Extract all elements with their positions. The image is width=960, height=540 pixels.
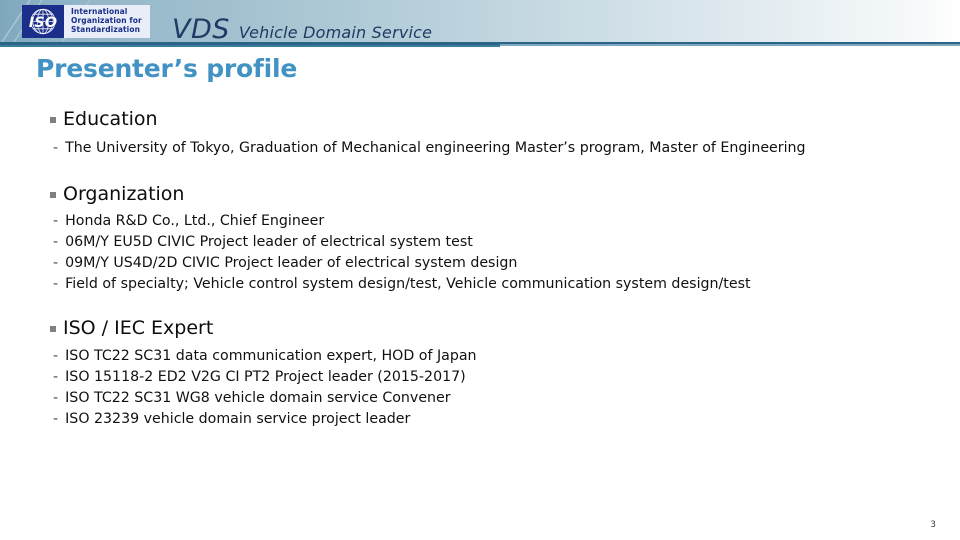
list-item-text: ISO TC22 SC31 WG8 vehicle domain service… bbox=[65, 390, 451, 407]
section-education: Education - The University of Tokyo, Gra… bbox=[50, 108, 930, 159]
section-items: - ISO TC22 SC31 data communication exper… bbox=[50, 346, 930, 430]
section-heading: Organization bbox=[50, 183, 930, 205]
section-iso-iec-expert: ISO / IEC Expert - ISO TC22 SC31 data co… bbox=[50, 317, 930, 430]
iso-logo-mark: ISO bbox=[22, 5, 64, 38]
page-number: 3 bbox=[930, 520, 936, 530]
section-heading-label: Education bbox=[63, 108, 158, 130]
list-item-text: ISO 23239 vehicle domain service project… bbox=[65, 411, 411, 428]
list-item: - Honda R&D Co., Ltd., Chief Engineer bbox=[53, 211, 930, 232]
dash-icon: - bbox=[53, 234, 59, 251]
header-bottom-rule-right bbox=[500, 44, 960, 46]
section-heading-label: Organization bbox=[63, 183, 185, 206]
square-bullet-icon bbox=[50, 117, 56, 123]
list-item-text: 06M/Y EU5D CIVIC Project leader of elect… bbox=[65, 234, 473, 251]
dash-icon: - bbox=[53, 140, 59, 156]
list-item-text: ISO 15118-2 ED2 V2G CI PT2 Project leade… bbox=[65, 369, 466, 386]
square-bullet-icon bbox=[50, 326, 56, 333]
iso-logo: ISO International Organization for Stand… bbox=[22, 5, 150, 38]
list-item: - 09M/Y US4D/2D CIVIC Project leader of … bbox=[53, 253, 930, 274]
section-heading: Education bbox=[50, 108, 930, 130]
list-item: - Field of specialty; Vehicle control sy… bbox=[53, 274, 930, 295]
list-item: - 06M/Y EU5D CIVIC Project leader of ele… bbox=[53, 232, 930, 253]
header-title-full: Vehicle Domain Service bbox=[238, 23, 433, 42]
section-heading-label: ISO / IEC Expert bbox=[63, 317, 214, 340]
list-item-text: Field of specialty; Vehicle control syst… bbox=[65, 276, 751, 293]
list-item: - The University of Tokyo, Graduation of… bbox=[53, 138, 930, 159]
header-title: VDS Vehicle Domain Service bbox=[172, 14, 432, 45]
dash-icon: - bbox=[53, 348, 59, 365]
slide-body: Education - The University of Tokyo, Gra… bbox=[50, 108, 930, 430]
dash-icon: - bbox=[53, 411, 59, 428]
slide: ISO International Organization for Stand… bbox=[0, 0, 960, 540]
header-title-abbr: VDS bbox=[172, 14, 230, 45]
list-item: - ISO TC22 SC31 data communication exper… bbox=[53, 346, 930, 367]
page-title: Presenter’s profile bbox=[36, 54, 298, 83]
section-items: - The University of Tokyo, Graduation of… bbox=[50, 138, 930, 159]
section-heading: ISO / IEC Expert bbox=[50, 317, 930, 339]
iso-logo-line-3: Standardization bbox=[71, 24, 141, 34]
header-bottom-rule-left bbox=[0, 45, 500, 47]
list-item: - ISO TC22 SC31 WG8 vehicle domain servi… bbox=[53, 388, 930, 409]
square-bullet-icon bbox=[50, 192, 56, 199]
svg-text:ISO: ISO bbox=[29, 15, 57, 31]
dash-icon: - bbox=[53, 255, 59, 272]
list-item-text: 09M/Y US4D/2D CIVIC Project leader of el… bbox=[65, 255, 518, 272]
iso-globe-icon: ISO bbox=[29, 8, 57, 35]
list-item-text: Honda R&D Co., Ltd., Chief Engineer bbox=[65, 213, 325, 230]
list-item-text: The University of Tokyo, Graduation of M… bbox=[65, 140, 806, 156]
list-item-text: ISO TC22 SC31 data communication expert,… bbox=[65, 348, 477, 365]
section-organization: Organization - Honda R&D Co., Ltd., Chie… bbox=[50, 183, 930, 295]
iso-logo-wordmark: International Organization for Standardi… bbox=[64, 5, 150, 38]
dash-icon: - bbox=[53, 213, 59, 230]
dash-icon: - bbox=[53, 390, 59, 407]
list-item: - ISO 23239 vehicle domain service proje… bbox=[53, 409, 930, 430]
dash-icon: - bbox=[53, 369, 59, 386]
section-items: - Honda R&D Co., Ltd., Chief Engineer - … bbox=[50, 211, 930, 295]
list-item: - ISO 15118-2 ED2 V2G CI PT2 Project lea… bbox=[53, 367, 930, 388]
dash-icon: - bbox=[53, 276, 59, 293]
